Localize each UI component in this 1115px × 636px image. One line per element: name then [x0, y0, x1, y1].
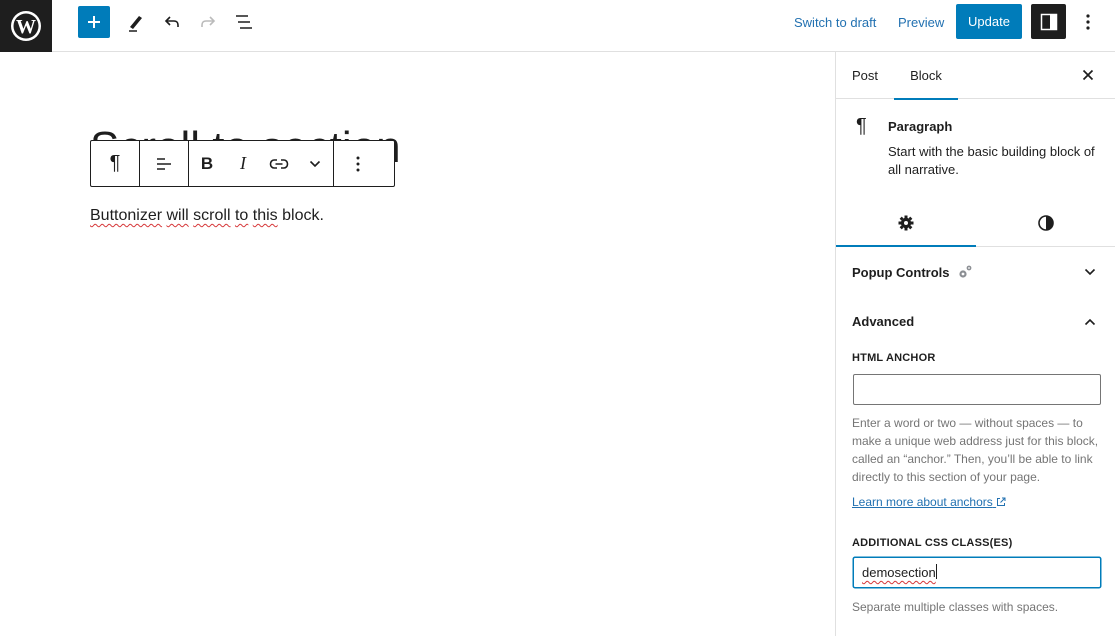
block-card-title: Paragraph — [888, 119, 953, 134]
css-classes-help: Separate multiple classes with spaces. — [852, 600, 1059, 614]
advanced-panel-header[interactable]: Advanced — [836, 297, 1115, 347]
popup-controls-panel[interactable]: Popup Controls — [836, 247, 1115, 297]
css-classes-value: demosection — [862, 565, 936, 580]
learn-more-anchors-label: Learn more about anchors — [852, 495, 993, 509]
html-anchor-help: Enter a word or two — without spaces — t… — [852, 416, 1099, 484]
paragraph-word: Buttonizer — [90, 207, 163, 224]
editor-canvas[interactable]: Scroll to section ¶ B I — [0, 52, 835, 636]
paragraph-word: will — [166, 207, 189, 224]
svg-text:W: W — [16, 16, 36, 38]
css-classes-input[interactable]: demosection — [853, 557, 1101, 588]
learn-more-anchors-link[interactable]: Learn more about anchors — [852, 495, 1006, 509]
undo-icon — [164, 16, 179, 27]
redo-button[interactable] — [192, 6, 224, 38]
tab-block[interactable]: Block — [894, 52, 958, 100]
advanced-title: Advanced — [852, 314, 915, 329]
more-rich-text-button[interactable] — [297, 141, 333, 186]
tab-post[interactable]: Post — [852, 52, 878, 99]
gear-icon — [898, 215, 914, 230]
tools-button[interactable] — [120, 6, 152, 38]
editor-header: W Switch to draft Preview Update — [0, 0, 1115, 52]
block-card: ¶ Paragraph Start with the basic buildin… — [836, 99, 1115, 199]
html-anchor-input[interactable] — [853, 374, 1101, 405]
tab-block-label: Block — [910, 68, 942, 83]
settings-sidebar: Post Block ¶ Paragraph Start with the ba… — [835, 52, 1115, 636]
sidebar-icon — [1040, 13, 1057, 30]
paragraph-word: this — [252, 207, 278, 224]
redo-icon — [201, 16, 216, 27]
more-vertical-icon — [1086, 14, 1090, 30]
gears-icon — [958, 265, 971, 278]
tab-settings[interactable] — [836, 199, 976, 247]
chevron-down-icon — [1083, 265, 1097, 279]
italic-button[interactable]: I — [225, 141, 261, 186]
text-cursor — [935, 564, 937, 579]
list-view-icon — [236, 15, 252, 29]
link-icon — [269, 158, 289, 169]
plus-icon — [88, 16, 100, 28]
block-toolbar: ¶ B I — [90, 140, 395, 187]
wordpress-logo-button[interactable]: W — [0, 0, 52, 52]
paragraph-word: to — [234, 207, 249, 224]
html-anchor-label: HTML ANCHOR — [852, 352, 936, 364]
wordpress-icon: W — [11, 11, 41, 41]
external-link-icon — [997, 497, 1006, 506]
italic-icon: I — [240, 153, 246, 173]
pencil-icon — [129, 16, 142, 32]
switch-to-draft-button[interactable]: Switch to draft — [794, 15, 876, 30]
undo-button[interactable] — [156, 6, 188, 38]
bold-button[interactable]: B — [189, 141, 225, 186]
options-menu-button[interactable] — [1076, 6, 1100, 38]
chevron-up-icon — [1083, 315, 1097, 329]
paragraph-icon: ¶ — [856, 115, 867, 137]
link-button[interactable] — [261, 141, 297, 186]
paragraph-word: scroll — [193, 207, 231, 224]
block-options-button[interactable] — [334, 141, 382, 186]
popup-controls-title: Popup Controls — [852, 264, 974, 280]
add-block-button[interactable] — [78, 6, 110, 38]
popup-controls-label: Popup Controls — [852, 264, 950, 280]
paragraph-block-type-button[interactable]: ¶ — [91, 141, 139, 186]
settings-toggle-button[interactable] — [1031, 4, 1066, 39]
paragraph-icon: ¶ — [109, 152, 121, 174]
more-vertical-icon — [356, 156, 360, 171]
close-sidebar-button[interactable] — [1079, 66, 1097, 84]
paragraph-word: block. — [282, 207, 324, 224]
bold-icon: B — [200, 153, 214, 173]
align-left-icon — [157, 157, 171, 170]
block-inspector-tabs — [836, 199, 1115, 247]
paragraph-block[interactable]: Buttonizer will scroll to this block. — [90, 204, 324, 228]
update-button[interactable]: Update — [956, 4, 1022, 39]
css-classes-label: ADDITIONAL CSS CLASS(ES) — [852, 537, 1013, 549]
preview-button[interactable]: Preview — [898, 15, 944, 30]
block-card-description: Start with the basic building block of a… — [888, 144, 1095, 177]
document-overview-button[interactable] — [228, 6, 260, 38]
close-icon — [1082, 69, 1094, 81]
tab-styles[interactable] — [976, 199, 1115, 246]
contrast-icon — [1038, 214, 1054, 231]
align-text-button[interactable] — [140, 141, 188, 186]
chevron-down-icon — [309, 160, 321, 167]
sidebar-tabs: Post Block — [836, 52, 1115, 100]
